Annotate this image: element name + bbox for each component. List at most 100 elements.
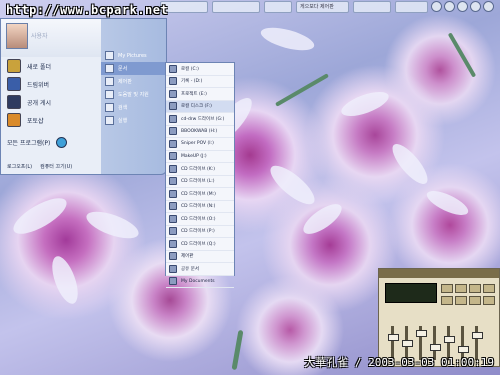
cd-icon [169,177,177,186]
cd-icon [169,189,177,198]
submenu-item[interactable]: BBOOKWAB (H:) [166,126,234,138]
submenu-item[interactable]: 로컬 (C:) [166,63,234,76]
submenu-item[interactable]: 프로젝트 (E:) [166,88,234,101]
submenu-item-selected[interactable]: 로컬 디스크 (F:) [166,100,234,113]
mini-player-titlebar[interactable] [379,269,499,278]
flower-petal [83,206,142,244]
cd-icon [169,114,177,123]
eq-slider-knob[interactable] [402,340,413,347]
place-label: 검색 [118,105,128,111]
submenu-item[interactable]: CD 드라이브 (O:) [166,213,234,226]
pinned-programs: 새로 폴더 드림위버 공개 게시 포토샵 [1,57,101,129]
submenu-label: CD 드라이브 (Q:) [181,241,216,247]
all-programs-button[interactable]: 모든 프로그램(P) [7,137,68,148]
submenu-label: 기록 - (D:) [181,79,203,85]
submenu-label: 로컬 (C:) [181,66,199,72]
eq-slider-knob[interactable] [416,330,427,337]
flower-petal [338,86,392,122]
eq-slider-knob[interactable] [388,334,399,341]
player-button[interactable] [455,296,467,305]
photo-timestamp: 大華孔雀 / 2003-03-03 01:00:19 [304,356,494,369]
cd-icon [169,202,177,211]
user-avatar[interactable] [6,23,28,49]
program-item[interactable]: 포토샵 [1,111,101,129]
flower-petal [265,159,320,211]
place-item[interactable]: 검색 [101,101,166,114]
tray-icon[interactable] [431,1,442,12]
taskbar-item[interactable]: 게으보다 제어판 [296,1,349,13]
taskbar-item[interactable] [264,1,292,13]
mini-player-window [378,268,500,367]
submenu-item[interactable]: MakeUP (J:) [166,151,234,163]
player-button[interactable] [483,284,495,293]
submenu-item[interactable]: CD 드라이브 (L:) [166,176,234,188]
player-button[interactable] [441,284,453,293]
eq-slider-knob[interactable] [444,336,455,343]
all-programs-label: 모든 프로그램(P) [7,140,51,147]
logoff-button[interactable]: 로그오프(L) [7,163,32,170]
drive-icon [169,89,177,98]
image-icon [7,113,21,127]
player-button[interactable] [441,296,453,305]
flower-petal [387,139,433,189]
program-icon [7,77,21,91]
player-button[interactable] [483,296,495,305]
eq-slider-knob[interactable] [430,344,441,351]
flower-petal [298,198,347,240]
cd-icon [169,239,177,248]
place-item-selected[interactable]: 문서 [101,62,166,75]
documents-icon [105,64,114,73]
flower-stem [275,73,329,107]
tray-icon[interactable] [444,1,455,12]
arrow-right-icon [56,137,68,148]
program-item[interactable]: 공개 게시 [1,93,101,111]
drives-submenu: 로컬 (C:) 기록 - (D:) 프로젝트 (E:) 로컬 디스크 (F:) … [165,62,235,288]
submenu-label: MakeUP (J:) [181,153,207,159]
place-item[interactable]: 제어판 [101,75,166,88]
folder-icon [169,264,177,273]
program-item[interactable]: 새로 폴더 [1,57,101,75]
submenu-label: 제어판 [181,254,194,260]
submenu-item[interactable]: Sniper POV (I:) [166,138,234,151]
player-button[interactable] [455,284,467,293]
submenu-item[interactable]: 제어판 [166,251,234,263]
flower-stem [231,329,244,371]
taskbar-item[interactable] [395,1,428,13]
submenu-item[interactable]: 기록 - (D:) [166,76,234,88]
submenu-label: cd-drw 드라이브 (G:) [181,116,225,122]
program-item[interactable]: 드림위버 [1,75,101,93]
folder-icon [7,59,21,73]
player-button[interactable] [469,296,481,305]
drive-icon [169,102,177,111]
submenu-label: CD 드라이브 (K:) [181,166,216,172]
tray-icon[interactable] [470,1,481,12]
player-button[interactable] [469,284,481,293]
run-icon [105,116,114,125]
tray-icon[interactable] [457,1,468,12]
submenu-item[interactable]: cd-drw 드라이브 (G:) [166,113,234,126]
submenu-label: 프로젝트 (E:) [181,91,207,97]
submenu-item[interactable]: CD 드라이브 (Q:) [166,238,234,251]
place-item[interactable]: 실행 [101,114,166,127]
mini-player-display [385,283,437,303]
shutdown-button[interactable]: 컴퓨터 끄기(U) [40,163,72,170]
submenu-item[interactable]: CD 드라이브 (N:) [166,201,234,213]
eq-slider-knob[interactable] [472,332,483,339]
place-item[interactable]: 도움말 및 지원 [101,88,166,101]
submenu-item[interactable]: CD 드라이브 (M:) [166,188,234,201]
place-item[interactable]: My Pictures [101,49,166,62]
submenu-item[interactable]: My Documents [166,276,234,288]
start-menu: 사용자 새로 폴더 드림위버 공개 게시 포토샵 모든 프로그램(P) 로그오프… [0,18,167,175]
place-label: 실행 [118,118,128,124]
tray-icon[interactable] [483,1,494,12]
submenu-item[interactable]: 공유 문서 [166,263,234,276]
start-menu-user-header: 사용자 [1,19,101,57]
eq-slider-knob[interactable] [458,346,469,353]
taskbar-item[interactable] [353,1,391,13]
taskbar-item[interactable] [212,1,260,13]
drive-icon [169,127,177,136]
submenu-item[interactable]: CD 드라이브 (K:) [166,163,234,176]
flower-petal [47,253,83,307]
drive-icon [169,139,177,148]
submenu-item[interactable]: CD 드라이브 (P:) [166,226,234,238]
